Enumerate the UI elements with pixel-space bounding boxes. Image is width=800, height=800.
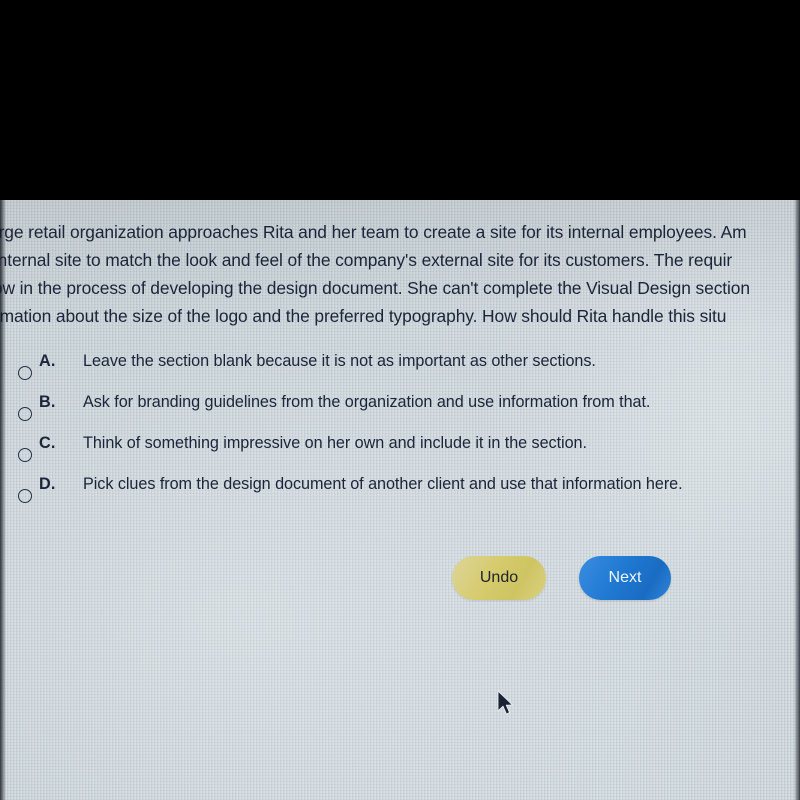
quiz-content: A large retail organization approaches R… bbox=[0, 200, 800, 800]
option-text-a: Leave the section blank because it is no… bbox=[83, 352, 596, 370]
option-letter-a: A. bbox=[39, 352, 56, 370]
option-letter-d: D. bbox=[39, 475, 56, 493]
option-row-b[interactable]: B. Ask for branding guidelines from the … bbox=[18, 393, 788, 434]
option-letter-c: C. bbox=[39, 434, 56, 452]
radio-button-d[interactable] bbox=[18, 488, 32, 503]
radio-button-a[interactable] bbox=[18, 365, 32, 380]
option-text-d: Pick clues from the design document of a… bbox=[83, 475, 683, 493]
question-line: A large retail organization approaches R… bbox=[0, 222, 747, 242]
question-line: he internal site to match the look and f… bbox=[0, 250, 733, 270]
mouse-cursor-arrow-icon bbox=[497, 690, 515, 716]
question-line: s now in the process of developing the d… bbox=[0, 278, 750, 298]
answer-options-list: A. Leave the section blank because it is… bbox=[18, 352, 788, 516]
radio-button-b[interactable] bbox=[18, 406, 32, 421]
next-button[interactable]: Next bbox=[579, 556, 671, 600]
question-line: nformation about the size of the logo an… bbox=[0, 306, 727, 326]
undo-button[interactable]: Undo bbox=[452, 556, 546, 600]
option-letter-b: B. bbox=[39, 393, 56, 411]
option-text-b: Ask for branding guidelines from the org… bbox=[83, 393, 651, 411]
option-text-c: Think of something impressive on her own… bbox=[83, 434, 587, 452]
radio-button-c[interactable] bbox=[18, 447, 32, 462]
action-button-row: Undo Next bbox=[452, 556, 671, 600]
option-row-c[interactable]: C. Think of something impressive on her … bbox=[18, 434, 788, 475]
screenshot-frame: A large retail organization approaches R… bbox=[0, 0, 800, 800]
quiz-screen-surface: A large retail organization approaches R… bbox=[0, 200, 800, 800]
letterbox-top-bar bbox=[0, 0, 800, 200]
option-row-a[interactable]: A. Leave the section blank because it is… bbox=[18, 352, 788, 393]
question-paragraph: A large retail organization approaches R… bbox=[0, 218, 800, 330]
option-row-d[interactable]: D. Pick clues from the design document o… bbox=[18, 475, 788, 516]
